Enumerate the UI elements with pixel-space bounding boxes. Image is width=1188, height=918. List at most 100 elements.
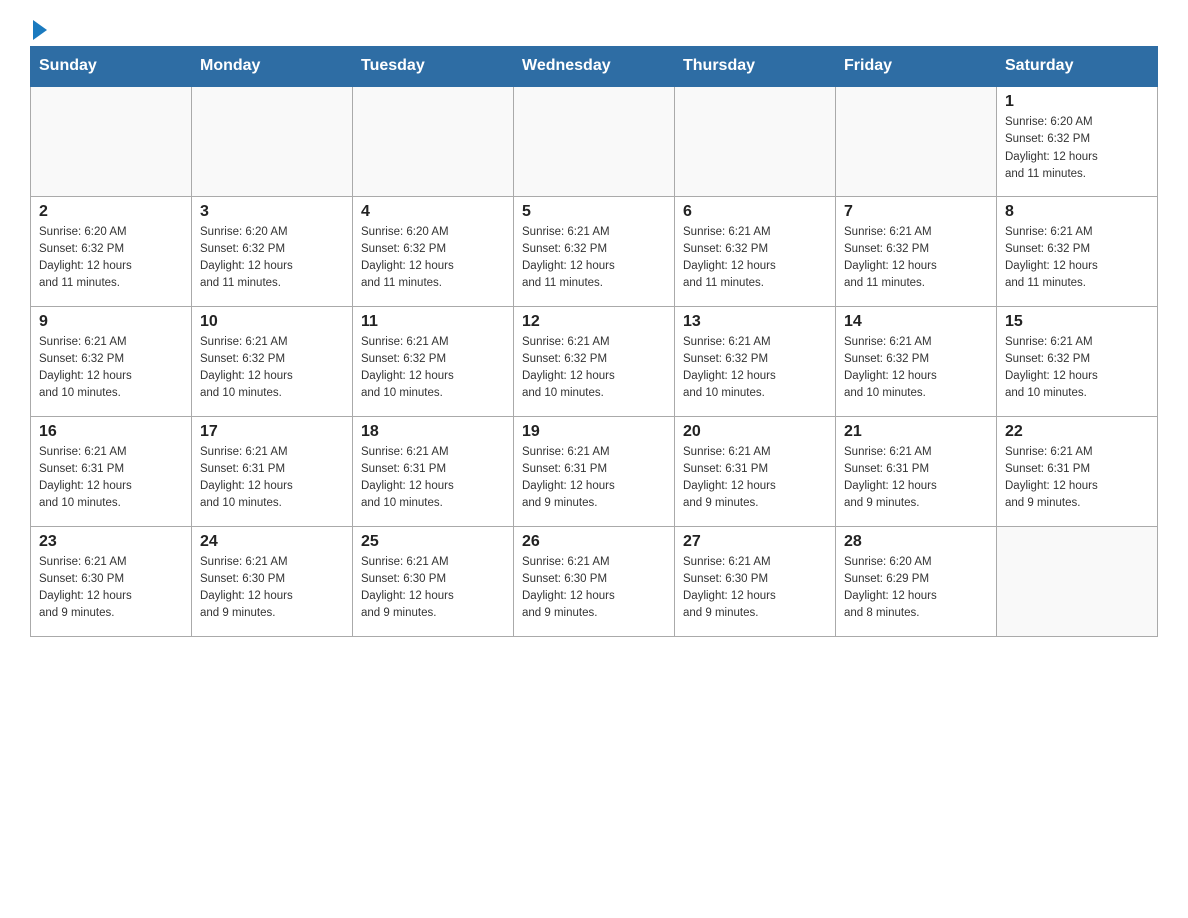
day-cell: 19 Sunrise: 6:21 AM Sunset: 6:31 PM Dayli…	[514, 416, 675, 526]
day-info: Sunrise: 6:21 AM Sunset: 6:30 PM Dayligh…	[683, 554, 827, 623]
day-number: 11	[361, 313, 505, 331]
day-number: 13	[683, 313, 827, 331]
day-cell: 9 Sunrise: 6:21 AM Sunset: 6:32 PM Daylig…	[31, 306, 192, 416]
day-number: 14	[844, 313, 988, 331]
day-number: 5	[522, 203, 666, 221]
weekday-header-monday: Monday	[192, 47, 353, 87]
day-cell	[192, 86, 353, 196]
day-cell: 11 Sunrise: 6:21 AM Sunset: 6:32 PM Dayli…	[353, 306, 514, 416]
day-info: Sunrise: 6:20 AM Sunset: 6:29 PM Dayligh…	[844, 554, 988, 623]
week-row-2: 2Sunrise: 6:20 AM Sunset: 6:32 PM Daylig…	[31, 196, 1158, 306]
day-cell: 28 Sunrise: 6:20 AM Sunset: 6:29 PM Dayli…	[836, 526, 997, 636]
day-info: Sunrise: 6:21 AM Sunset: 6:32 PM Dayligh…	[522, 224, 666, 293]
day-cell: 3 Sunrise: 6:20 AM Sunset: 6:32 PM Daylig…	[192, 196, 353, 306]
day-cell: 5 Sunrise: 6:21 AM Sunset: 6:32 PM Daylig…	[514, 196, 675, 306]
day-info: Sunrise: 6:21 AM Sunset: 6:32 PM Dayligh…	[683, 334, 827, 403]
day-cell: 16 Sunrise: 6:21 AM Sunset: 6:31 PM Dayli…	[31, 416, 192, 526]
day-cell: 15 Sunrise: 6:21 AM Sunset: 6:32 PM Dayli…	[997, 306, 1158, 416]
day-cell: 20 Sunrise: 6:21 AM Sunset: 6:31 PM Dayli…	[675, 416, 836, 526]
day-cell: 21Sunrise: 6:21 AM Sunset: 6:31 PM Dayli…	[836, 416, 997, 526]
day-number: 18	[361, 423, 505, 441]
day-cell	[675, 86, 836, 196]
day-number: 21	[844, 423, 988, 441]
day-info: Sunrise: 6:21 AM Sunset: 6:32 PM Dayligh…	[361, 334, 505, 403]
day-cell: 22Sunrise: 6:21 AM Sunset: 6:31 PM Dayli…	[997, 416, 1158, 526]
day-number: 27	[683, 533, 827, 551]
logo-general	[30, 20, 47, 40]
logo	[30, 20, 47, 36]
day-info: Sunrise: 6:21 AM Sunset: 6:31 PM Dayligh…	[522, 444, 666, 513]
day-cell: 13 Sunrise: 6:21 AM Sunset: 6:32 PM Dayli…	[675, 306, 836, 416]
day-cell: 23 Sunrise: 6:21 AM Sunset: 6:30 PM Dayli…	[31, 526, 192, 636]
header	[30, 20, 1158, 36]
day-number: 7	[844, 203, 988, 221]
day-cell	[836, 86, 997, 196]
weekday-header-saturday: Saturday	[997, 47, 1158, 87]
day-cell: 4Sunrise: 6:20 AM Sunset: 6:32 PM Daylig…	[353, 196, 514, 306]
day-cell: 18 Sunrise: 6:21 AM Sunset: 6:31 PM Dayli…	[353, 416, 514, 526]
day-cell	[514, 86, 675, 196]
day-info: Sunrise: 6:21 AM Sunset: 6:30 PM Dayligh…	[361, 554, 505, 623]
day-cell	[997, 526, 1158, 636]
weekday-header-thursday: Thursday	[675, 47, 836, 87]
day-number: 26	[522, 533, 666, 551]
day-number: 16	[39, 423, 183, 441]
day-info: Sunrise: 6:21 AM Sunset: 6:31 PM Dayligh…	[200, 444, 344, 513]
day-number: 28	[844, 533, 988, 551]
day-cell: 14 Sunrise: 6:21 AM Sunset: 6:32 PM Dayli…	[836, 306, 997, 416]
day-cell: 6Sunrise: 6:21 AM Sunset: 6:32 PM Daylig…	[675, 196, 836, 306]
day-cell: 1 Sunrise: 6:20 AM Sunset: 6:32 PM Daylig…	[997, 86, 1158, 196]
day-info: Sunrise: 6:21 AM Sunset: 6:31 PM Dayligh…	[39, 444, 183, 513]
day-cell: 27 Sunrise: 6:21 AM Sunset: 6:30 PM Dayli…	[675, 526, 836, 636]
day-number: 25	[361, 533, 505, 551]
day-info: Sunrise: 6:21 AM Sunset: 6:30 PM Dayligh…	[200, 554, 344, 623]
day-cell	[31, 86, 192, 196]
day-info: Sunrise: 6:21 AM Sunset: 6:32 PM Dayligh…	[522, 334, 666, 403]
day-number: 3	[200, 203, 344, 221]
logo-arrow-icon	[33, 20, 47, 40]
day-info: Sunrise: 6:21 AM Sunset: 6:32 PM Dayligh…	[1005, 224, 1149, 293]
day-info: Sunrise: 6:21 AM Sunset: 6:30 PM Dayligh…	[522, 554, 666, 623]
day-cell	[353, 86, 514, 196]
day-cell: 8 Sunrise: 6:21 AM Sunset: 6:32 PM Daylig…	[997, 196, 1158, 306]
day-info: Sunrise: 6:20 AM Sunset: 6:32 PM Dayligh…	[361, 224, 505, 293]
day-info: Sunrise: 6:21 AM Sunset: 6:32 PM Dayligh…	[1005, 334, 1149, 403]
day-number: 23	[39, 533, 183, 551]
day-cell: 24 Sunrise: 6:21 AM Sunset: 6:30 PM Dayli…	[192, 526, 353, 636]
week-row-1: 1 Sunrise: 6:20 AM Sunset: 6:32 PM Daylig…	[31, 86, 1158, 196]
day-cell: 12 Sunrise: 6:21 AM Sunset: 6:32 PM Dayli…	[514, 306, 675, 416]
day-info: Sunrise: 6:21 AM Sunset: 6:31 PM Dayligh…	[361, 444, 505, 513]
day-cell: 2Sunrise: 6:20 AM Sunset: 6:32 PM Daylig…	[31, 196, 192, 306]
day-number: 1	[1005, 93, 1149, 111]
day-number: 22	[1005, 423, 1149, 441]
day-info: Sunrise: 6:21 AM Sunset: 6:32 PM Dayligh…	[200, 334, 344, 403]
weekday-header-wednesday: Wednesday	[514, 47, 675, 87]
day-number: 12	[522, 313, 666, 331]
day-number: 20	[683, 423, 827, 441]
day-cell: 10 Sunrise: 6:21 AM Sunset: 6:32 PM Dayli…	[192, 306, 353, 416]
week-row-4: 16 Sunrise: 6:21 AM Sunset: 6:31 PM Dayli…	[31, 416, 1158, 526]
day-info: Sunrise: 6:21 AM Sunset: 6:31 PM Dayligh…	[683, 444, 827, 513]
day-info: Sunrise: 6:21 AM Sunset: 6:30 PM Dayligh…	[39, 554, 183, 623]
day-info: Sunrise: 6:21 AM Sunset: 6:32 PM Dayligh…	[39, 334, 183, 403]
day-info: Sunrise: 6:20 AM Sunset: 6:32 PM Dayligh…	[39, 224, 183, 293]
day-number: 10	[200, 313, 344, 331]
weekday-header-tuesday: Tuesday	[353, 47, 514, 87]
weekday-header-row: SundayMondayTuesdayWednesdayThursdayFrid…	[31, 47, 1158, 87]
day-cell: 26 Sunrise: 6:21 AM Sunset: 6:30 PM Dayli…	[514, 526, 675, 636]
day-info: Sunrise: 6:21 AM Sunset: 6:32 PM Dayligh…	[844, 334, 988, 403]
week-row-5: 23 Sunrise: 6:21 AM Sunset: 6:30 PM Dayli…	[31, 526, 1158, 636]
day-number: 17	[200, 423, 344, 441]
weekday-header-sunday: Sunday	[31, 47, 192, 87]
day-cell: 7 Sunrise: 6:21 AM Sunset: 6:32 PM Daylig…	[836, 196, 997, 306]
day-number: 24	[200, 533, 344, 551]
day-info: Sunrise: 6:21 AM Sunset: 6:32 PM Dayligh…	[844, 224, 988, 293]
week-row-3: 9 Sunrise: 6:21 AM Sunset: 6:32 PM Daylig…	[31, 306, 1158, 416]
day-info: Sunrise: 6:20 AM Sunset: 6:32 PM Dayligh…	[200, 224, 344, 293]
day-number: 9	[39, 313, 183, 331]
day-info: Sunrise: 6:20 AM Sunset: 6:32 PM Dayligh…	[1005, 114, 1149, 183]
day-cell: 25 Sunrise: 6:21 AM Sunset: 6:30 PM Dayli…	[353, 526, 514, 636]
day-number: 19	[522, 423, 666, 441]
day-number: 15	[1005, 313, 1149, 331]
day-number: 8	[1005, 203, 1149, 221]
